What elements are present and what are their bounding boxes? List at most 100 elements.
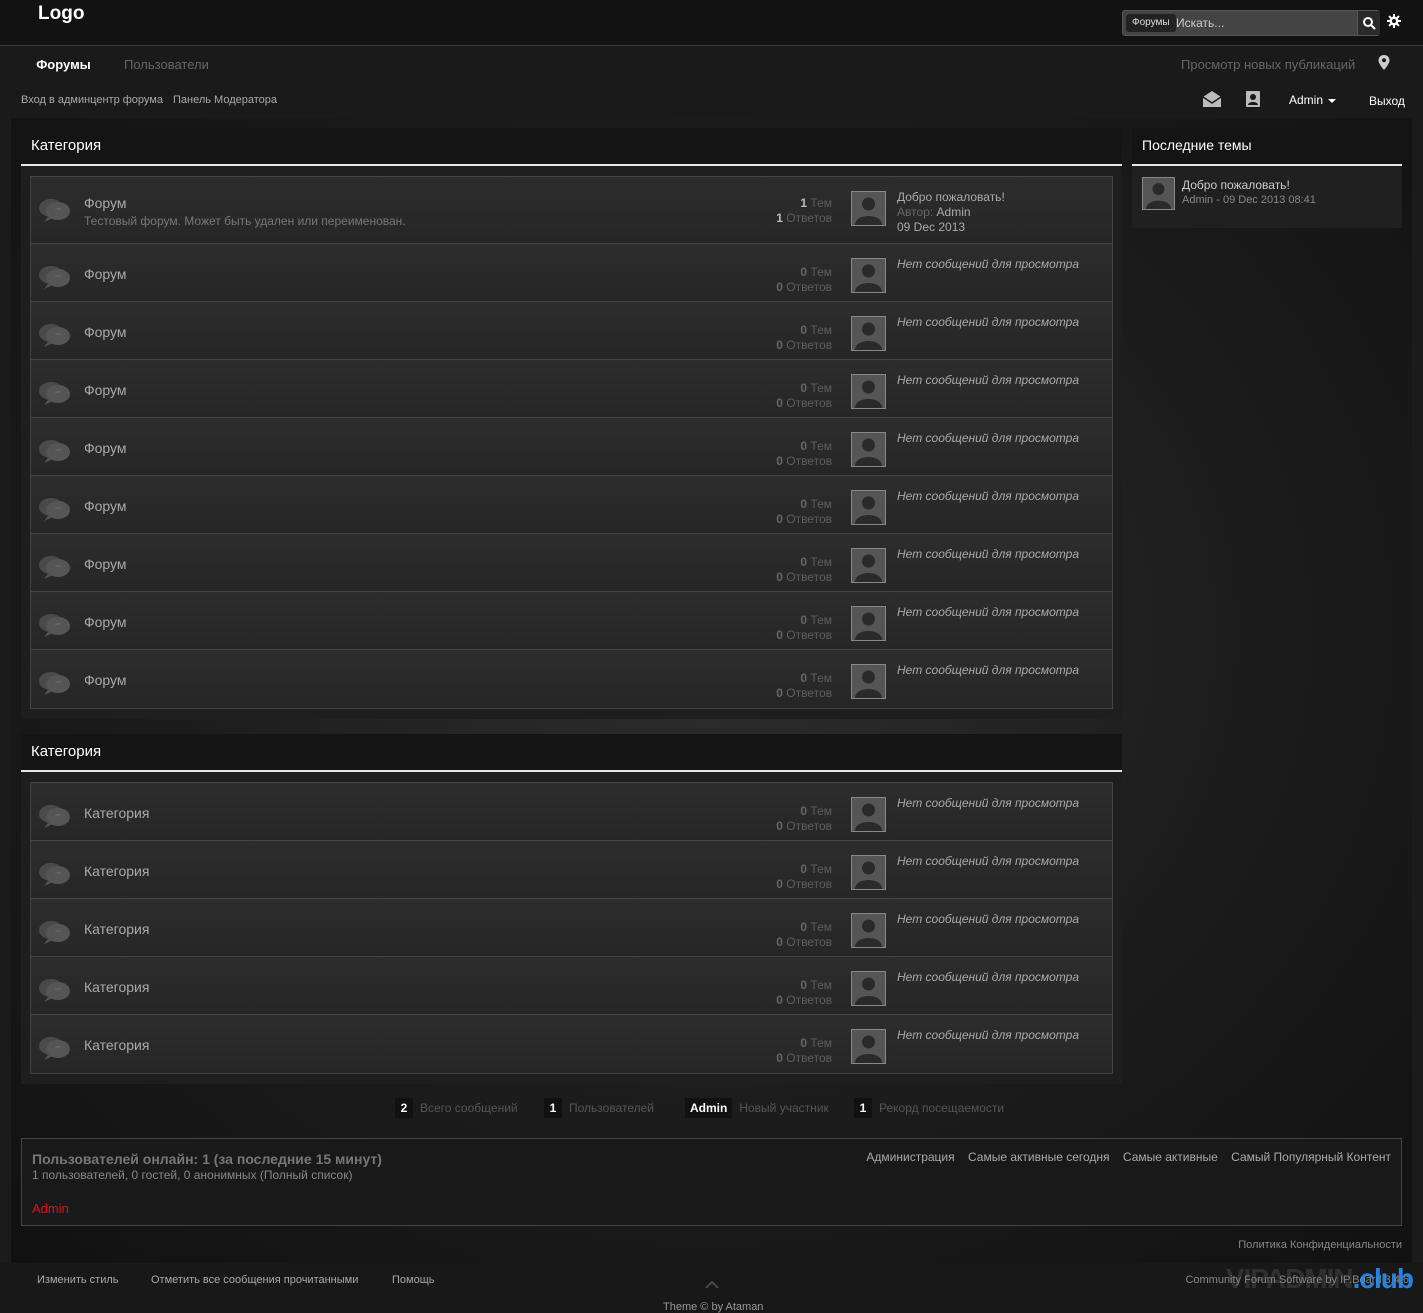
avatar[interactable] (851, 374, 886, 409)
forum-status-icon[interactable]: “” (38, 919, 72, 948)
forum-title[interactable]: Категория (84, 863, 149, 879)
forum-title[interactable]: Категория (84, 805, 149, 821)
logout-link[interactable]: Выход (1369, 94, 1405, 108)
staff-link[interactable]: Администрация (866, 1150, 954, 1164)
forum-status-icon[interactable]: “” (38, 380, 72, 409)
last-post-empty: Нет сообщений для просмотра (897, 970, 1080, 984)
avatar[interactable] (851, 797, 886, 832)
reply-count-label: Ответов (786, 935, 832, 949)
location-pin-icon[interactable] (1378, 55, 1390, 71)
stat-label: Рекорд посещаемости (879, 1101, 1005, 1115)
mod-cp-link[interactable]: Панель Модератора (173, 94, 277, 106)
category-title[interactable]: Категория (21, 128, 1122, 166)
forum-status-icon[interactable]: “” (38, 803, 72, 832)
stat-value[interactable]: Admin (685, 1098, 733, 1118)
last-post-author[interactable]: Admin (937, 205, 971, 219)
topic-count: 0 (800, 439, 808, 453)
forum-status-icon[interactable]: “” (38, 197, 72, 226)
reply-count-label: Ответов (786, 819, 832, 833)
avatar[interactable] (851, 855, 886, 890)
avatar[interactable] (851, 432, 886, 467)
site-logo[interactable]: Logo (38, 3, 84, 25)
forum-list: “” Форум Тестовый форум. Может быть удален… (30, 176, 1113, 709)
forum-title[interactable]: Форум (84, 614, 127, 630)
top-today-link[interactable]: Самые активные сегодня (968, 1150, 1110, 1164)
forum-status-icon[interactable]: “” (38, 264, 72, 293)
avatar[interactable] (851, 1029, 886, 1064)
user-menu[interactable]: Admin (1289, 93, 1337, 107)
topic-count-label: Тем (810, 978, 832, 992)
avatar[interactable] (1142, 177, 1175, 210)
avatar[interactable] (851, 664, 886, 699)
view-new-posts-link[interactable]: Просмотр новых публикаций (1181, 57, 1355, 72)
reply-count: 0 (776, 993, 783, 1007)
avatar[interactable] (851, 258, 886, 293)
avatar[interactable] (851, 490, 886, 525)
topic-count: 0 (800, 381, 808, 395)
forum-status-icon[interactable]: “” (38, 554, 72, 583)
category-title[interactable]: Категория (21, 734, 1122, 772)
forum-title[interactable]: Форум (84, 324, 127, 340)
last-post-date[interactable]: 09 Dec 2013 (897, 220, 1005, 235)
search-button[interactable] (1357, 11, 1380, 35)
mark-all-read-link[interactable]: Отметить все сообщения прочитанными (151, 1274, 358, 1286)
recent-topic-title[interactable]: Добро пожаловать! (1182, 178, 1382, 192)
privacy-policy-link[interactable]: Политика Конфиденциальности (1238, 1239, 1402, 1251)
last-post-empty: Нет сообщений для просмотра (897, 1028, 1080, 1042)
forum-status-icon[interactable]: “” (38, 438, 72, 467)
back-to-top-icon[interactable] (705, 1281, 719, 1289)
forum-title[interactable]: Категория (84, 921, 149, 937)
online-summary[interactable]: 1 пользователей, 0 гостей, 0 анонимных (… (32, 1168, 352, 1182)
reply-count: 0 (776, 819, 783, 833)
contacts-icon[interactable] (1245, 90, 1261, 108)
forum-status-icon[interactable]: “” (38, 1035, 72, 1064)
reply-count: 0 (776, 512, 783, 526)
stat-label: Всего сообщений (420, 1101, 518, 1115)
forum-status-icon[interactable]: “” (38, 612, 72, 641)
search-icon (1363, 17, 1376, 30)
reply-count: 0 (776, 396, 783, 410)
avatar[interactable] (851, 548, 886, 583)
search-scope-button[interactable]: Форумы (1126, 14, 1176, 32)
forum-stats: 0 Тем 0 Ответов (776, 920, 832, 950)
forum-status-icon[interactable]: “” (38, 977, 72, 1006)
settings-button[interactable] (1386, 13, 1402, 29)
forum-stats: 0 Тем 0 Ответов (776, 323, 832, 353)
watermark-text: VIPADMIN (1225, 1263, 1354, 1294)
forum-stats: 0 Тем 0 Ответов (776, 439, 832, 469)
online-user-link[interactable]: Admin (32, 1201, 69, 1216)
forum-title[interactable]: Форум (84, 498, 127, 514)
forum-title[interactable]: Форум (84, 672, 127, 688)
forum-status-icon[interactable]: “” (38, 322, 72, 351)
online-links: Администрация Самые активные сегодня Сам… (856, 1150, 1391, 1164)
forum-title[interactable]: Форум (84, 266, 127, 282)
popular-content-link[interactable]: Самый Популярный Контент (1231, 1150, 1391, 1164)
change-skin-link[interactable]: Изменить стиль (37, 1274, 119, 1286)
forum-status-icon[interactable]: “” (38, 670, 72, 699)
help-link[interactable]: Помощь (392, 1274, 435, 1286)
forum-title[interactable]: Форум (84, 556, 127, 572)
avatar[interactable] (851, 316, 886, 351)
user-silhouette-icon (855, 861, 882, 889)
avatar[interactable] (851, 606, 886, 641)
topic-count: 0 (800, 671, 808, 685)
avatar[interactable] (851, 971, 886, 1006)
forum-read-icon: “” (39, 382, 70, 405)
avatar[interactable] (851, 191, 886, 226)
svg-text:“”: “” (55, 871, 61, 880)
forum-title[interactable]: Категория (84, 979, 149, 995)
inbox-icon[interactable] (1202, 90, 1222, 108)
search-input[interactable] (1176, 13, 1354, 33)
last-post-title[interactable]: Добро пожаловать! (897, 190, 1005, 205)
forum-title[interactable]: Категория (84, 1037, 149, 1053)
forum-title[interactable]: Форум (84, 382, 127, 398)
avatar[interactable] (851, 913, 886, 948)
reply-count-label: Ответов (786, 570, 832, 584)
forum-title[interactable]: Форум (84, 440, 127, 456)
admin-cp-link[interactable]: Вход в админцентр форума (21, 94, 163, 106)
forum-status-icon[interactable]: “” (38, 496, 72, 525)
top-posters-link[interactable]: Самые активные (1123, 1150, 1218, 1164)
tab-users[interactable]: Пользователи (124, 57, 209, 72)
forum-title[interactable]: Форум (84, 195, 127, 211)
forum-status-icon[interactable]: “” (38, 861, 72, 890)
